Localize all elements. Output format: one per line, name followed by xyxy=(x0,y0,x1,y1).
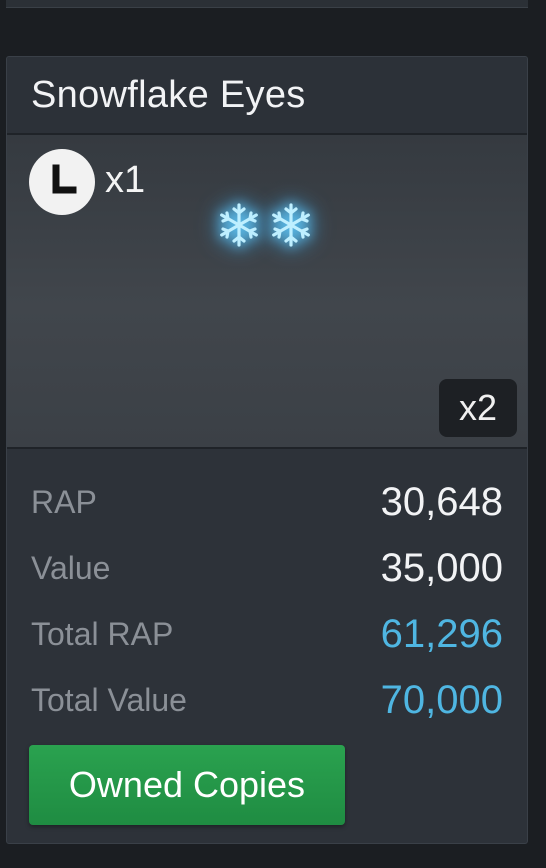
owner-count: x1 xyxy=(105,158,146,201)
stat-value: 70,000 xyxy=(380,677,503,722)
quantity-badge: x2 xyxy=(439,379,517,437)
stat-label: RAP xyxy=(31,483,97,520)
clock-icon xyxy=(29,149,95,215)
snowflake-icon xyxy=(220,203,258,247)
stat-row-total-value: Total Value 70,000 xyxy=(31,667,503,733)
stat-row-rap: RAP 30,648 xyxy=(31,469,503,535)
item-stats: RAP 30,648 Value 35,000 Total RAP 61,296… xyxy=(7,449,527,733)
item-card-header: Snowflake Eyes xyxy=(7,57,527,135)
snowflake-eyes-icon xyxy=(215,201,315,249)
item-thumbnail[interactable]: x1 x2 xyxy=(7,135,527,449)
owned-copies-button[interactable]: Owned Copies xyxy=(29,745,345,825)
owner-indicator[interactable]: x1 xyxy=(29,149,145,215)
stat-value: 35,000 xyxy=(380,545,503,590)
previous-card-edge xyxy=(6,0,528,8)
stat-row-total-rap: Total RAP 61,296 xyxy=(31,601,503,667)
stat-label: Total Value xyxy=(31,681,187,718)
item-title[interactable]: Snowflake Eyes xyxy=(31,74,306,117)
item-card[interactable]: Snowflake Eyes x1 x2 RAP 30,648 Value 35… xyxy=(6,56,528,844)
stat-row-value: Value 35,000 xyxy=(31,535,503,601)
stat-label: Value xyxy=(31,549,111,586)
stat-label: Total RAP xyxy=(31,615,174,652)
stat-value: 30,648 xyxy=(380,479,503,524)
stat-value: 61,296 xyxy=(380,611,503,656)
snowflake-icon xyxy=(272,203,310,247)
